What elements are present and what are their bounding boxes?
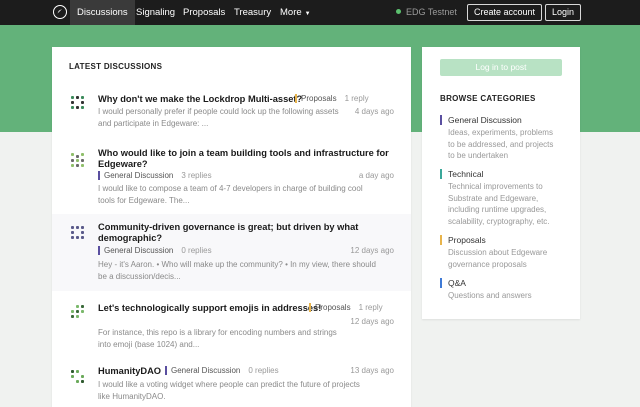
tab-treasury[interactable]: Treasury: [234, 0, 271, 25]
desc-line: Technical improvements to: [448, 182, 543, 191]
excerpt-line: I would like to compose a team of 4-7 de…: [98, 184, 363, 193]
desc-line: including runtime upgrades,: [448, 205, 547, 214]
identicon-icon: [71, 96, 85, 110]
category-technical[interactable]: Technical Technical improvements to Subs…: [440, 169, 570, 227]
thread-meta: General Discussion 0 replies: [98, 246, 212, 255]
thread-item[interactable]: Community-driven governance is great; bu…: [52, 214, 411, 291]
log-in-to-post-button[interactable]: Log in to post: [440, 59, 562, 76]
category-general-discussion[interactable]: General Discussion Ideas, experiments, p…: [440, 115, 570, 162]
category-tag[interactable]: Proposals: [309, 303, 351, 312]
tab-proposals[interactable]: Proposals: [183, 0, 225, 25]
desc-line: governance proposals: [448, 259, 527, 269]
thread-item[interactable]: Who would like to join a team building t…: [52, 141, 411, 214]
identicon-icon: [71, 153, 85, 167]
reply-count: 0 replies: [248, 366, 279, 375]
excerpt-line: like HumanityDAO.: [98, 391, 166, 401]
thread-excerpt: I would like a voting widget where peopl…: [98, 379, 360, 402]
caret-down-icon: ▼: [304, 11, 311, 17]
thread-excerpt: I would like to compose a team of 4-7 de…: [98, 183, 363, 206]
excerpt-line: and participate in Edgeware: ...: [98, 118, 209, 128]
title-line: demographic?: [98, 232, 163, 243]
tab-discussions[interactable]: Discussions: [70, 0, 135, 25]
excerpt-line: be a discussion/decis...: [98, 271, 181, 281]
excerpt-line: tools for Edgeware. The...: [98, 195, 190, 205]
category-tag[interactable]: General Discussion: [98, 246, 174, 255]
identicon-icon: [71, 226, 85, 240]
category-name[interactable]: Q&A: [440, 278, 570, 288]
category-description: Technical improvements to Substrate and …: [440, 181, 570, 227]
thread-meta: General Discussion 3 replies: [98, 171, 212, 180]
create-account-button[interactable]: Create account: [467, 4, 543, 21]
category-name[interactable]: General Discussion: [440, 115, 570, 125]
login-button[interactable]: Login: [545, 4, 582, 21]
category-description: Questions and answers: [440, 290, 570, 302]
category-name[interactable]: Proposals: [440, 235, 570, 245]
thread-item[interactable]: Why don't we make the Lockdrop Multi-ass…: [52, 85, 411, 141]
browse-categories-card: Log in to post BROWSE CATEGORIES General…: [422, 47, 580, 319]
desc-line: scalability, cryptography, etc.: [448, 216, 550, 226]
title-line: Community-driven governance is great; bu…: [98, 222, 359, 232]
desc-line: to be undertaken: [448, 151, 509, 160]
thread-meta: Proposals 1 reply: [295, 94, 369, 103]
sidebar-section-title: BROWSE CATEGORIES: [440, 94, 536, 103]
desc-line: to be addressed, and projects: [448, 139, 554, 149]
reply-count: 0 replies: [181, 246, 212, 255]
tab-more[interactable]: More ▼: [280, 0, 311, 25]
thread-date: a day ago: [358, 171, 394, 180]
latest-discussions-card: LATEST DISCUSSIONS Why don't we make the…: [52, 47, 411, 407]
title-line: Edgeware?: [98, 158, 148, 169]
desc-line: Questions and answers: [448, 291, 532, 300]
compass-logo-icon[interactable]: [53, 5, 67, 19]
network-indicator[interactable]: EDG Testnet: [396, 0, 457, 25]
excerpt-line: I would like a voting widget where peopl…: [98, 380, 360, 389]
top-navigation-bar: Discussions Signaling Proposals Treasury…: [0, 0, 640, 25]
title-line: Who would like to join a team building t…: [98, 148, 389, 158]
excerpt-line: into emoji (base 1024) and...: [98, 339, 200, 349]
desc-line: Substrate and Edgeware,: [448, 193, 539, 203]
thread-meta: General Discussion 0 replies: [165, 366, 279, 375]
desc-line: Discussion about Edgeware: [448, 248, 548, 257]
section-title: LATEST DISCUSSIONS: [69, 62, 163, 71]
excerpt-line: For instance, this repo is a library for…: [98, 328, 337, 337]
thread-date: 12 days ago: [350, 317, 394, 326]
thread-title[interactable]: Community-driven governance is great; bu…: [98, 222, 358, 243]
reply-count: 1 reply: [344, 94, 369, 103]
thread-meta: Proposals 1 reply: [309, 303, 383, 312]
category-tag[interactable]: General Discussion: [98, 171, 174, 180]
reply-count: 1 reply: [358, 303, 383, 312]
thread-excerpt: For instance, this repo is a library for…: [98, 327, 337, 350]
network-label: EDG Testnet: [406, 7, 457, 17]
thread-date: 12 days ago: [350, 246, 394, 255]
category-description: Ideas, experiments, problems to be addre…: [440, 127, 570, 162]
desc-line: Ideas, experiments, problems: [448, 128, 553, 137]
identicon-icon: [71, 305, 85, 319]
thread-date: 13 days ago: [350, 366, 394, 375]
thread-title[interactable]: Let's technologically support emojis in …: [98, 303, 321, 314]
category-proposals[interactable]: Proposals Discussion about Edgeware gove…: [440, 235, 570, 270]
status-dot-icon: [396, 9, 401, 14]
identicon-icon: [71, 370, 85, 384]
thread-title[interactable]: HumanityDAO: [98, 366, 161, 377]
category-name[interactable]: Technical: [440, 169, 570, 179]
excerpt-line: I would personally prefer if people coul…: [98, 107, 339, 116]
category-qa[interactable]: Q&A Questions and answers: [440, 278, 570, 302]
thread-excerpt: I would personally prefer if people coul…: [98, 106, 339, 129]
thread-excerpt: Hey - it's Aaron. • Who will make up the…: [98, 259, 376, 282]
category-description: Discussion about Edgeware governance pro…: [440, 247, 570, 270]
reply-count: 3 replies: [181, 171, 212, 180]
tab-more-label: More: [280, 7, 302, 18]
thread-date: 4 days ago: [354, 107, 394, 116]
category-tag[interactable]: Proposals: [295, 94, 337, 103]
thread-item[interactable]: HumanityDAO General Discussion 0 replies …: [52, 357, 411, 407]
category-tag[interactable]: General Discussion: [165, 366, 241, 375]
tab-signaling[interactable]: Signaling: [136, 0, 175, 25]
excerpt-line: Hey - it's Aaron. • Who will make up the…: [98, 260, 376, 269]
thread-title[interactable]: Why don't we make the Lockdrop Multi-ass…: [98, 94, 302, 105]
thread-title[interactable]: Who would like to join a team building t…: [98, 148, 389, 169]
thread-item[interactable]: Let's technologically support emojis in …: [52, 291, 411, 357]
